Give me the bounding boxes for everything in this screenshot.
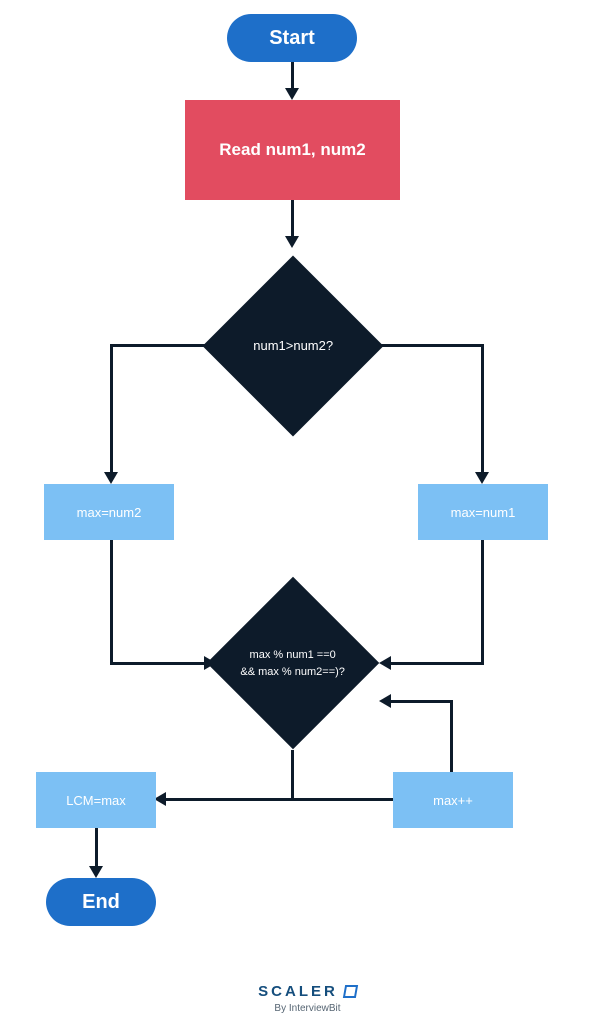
decision2-inner: max % num1 ==0 && max % num2==)? bbox=[232, 647, 354, 680]
line-dec2-down bbox=[291, 750, 294, 800]
line-maxnum2-h bbox=[110, 662, 206, 665]
end-node: End bbox=[46, 878, 156, 926]
line-dec1-left-h bbox=[110, 344, 230, 347]
maxnum1-node: max=num1 bbox=[418, 484, 548, 540]
line-dec1-right-h bbox=[356, 344, 484, 347]
lcm-node: LCM=max bbox=[36, 772, 156, 828]
start-label: Start bbox=[269, 27, 315, 50]
arrowhead-lcm-end bbox=[89, 866, 103, 878]
read-node: Read num1, num2 bbox=[185, 100, 400, 200]
line-lcm-end bbox=[95, 828, 98, 868]
line-loop-h bbox=[390, 700, 453, 703]
arrowhead-dec1-right bbox=[475, 472, 489, 484]
read-label: Read num1, num2 bbox=[219, 140, 365, 160]
line-dec1-right-v bbox=[481, 344, 484, 474]
footer-sub: By InterviewBit bbox=[0, 1003, 615, 1014]
footer: SCALER By InterviewBit bbox=[0, 983, 615, 1014]
arrowhead-read-dec1 bbox=[285, 236, 299, 248]
maxnum1-label: max=num1 bbox=[451, 505, 516, 520]
arrowhead-dec1-left bbox=[104, 472, 118, 484]
footer-brand-text: SCALER bbox=[258, 983, 338, 1000]
maxnum2-label: max=num2 bbox=[77, 505, 142, 520]
arrowhead-loop bbox=[379, 694, 391, 708]
line-maxnum2-v bbox=[110, 540, 113, 665]
flowchart-canvas: Start Read num1, num2 num1>num2? max=num… bbox=[0, 0, 615, 1024]
line-loop-v bbox=[450, 700, 453, 772]
line-dec1-left-v bbox=[110, 344, 113, 474]
arrow-start-read bbox=[291, 62, 294, 90]
arrowhead-start-read bbox=[285, 88, 299, 100]
maxnum2-node: max=num2 bbox=[44, 484, 174, 540]
line-maxnum1-h bbox=[390, 662, 484, 665]
start-node: Start bbox=[227, 14, 357, 62]
footer-brand: SCALER bbox=[258, 983, 357, 1000]
arrowhead-maxnum1 bbox=[379, 656, 391, 670]
decision2-line2: && max % num2==)? bbox=[232, 663, 354, 680]
decision2-line1: max % num1 ==0 bbox=[232, 647, 354, 664]
line-maxnum1-v bbox=[481, 540, 484, 665]
decision2-node: max % num1 ==0 && max % num2==)? bbox=[207, 577, 380, 750]
end-label: End bbox=[82, 891, 120, 914]
arrow-read-dec1 bbox=[291, 200, 294, 238]
decision1-label: num1>num2? bbox=[229, 336, 357, 356]
lcm-label: LCM=max bbox=[66, 793, 126, 808]
increment-label: max++ bbox=[433, 793, 473, 808]
increment-node: max++ bbox=[393, 772, 513, 828]
brand-icon bbox=[343, 985, 358, 998]
